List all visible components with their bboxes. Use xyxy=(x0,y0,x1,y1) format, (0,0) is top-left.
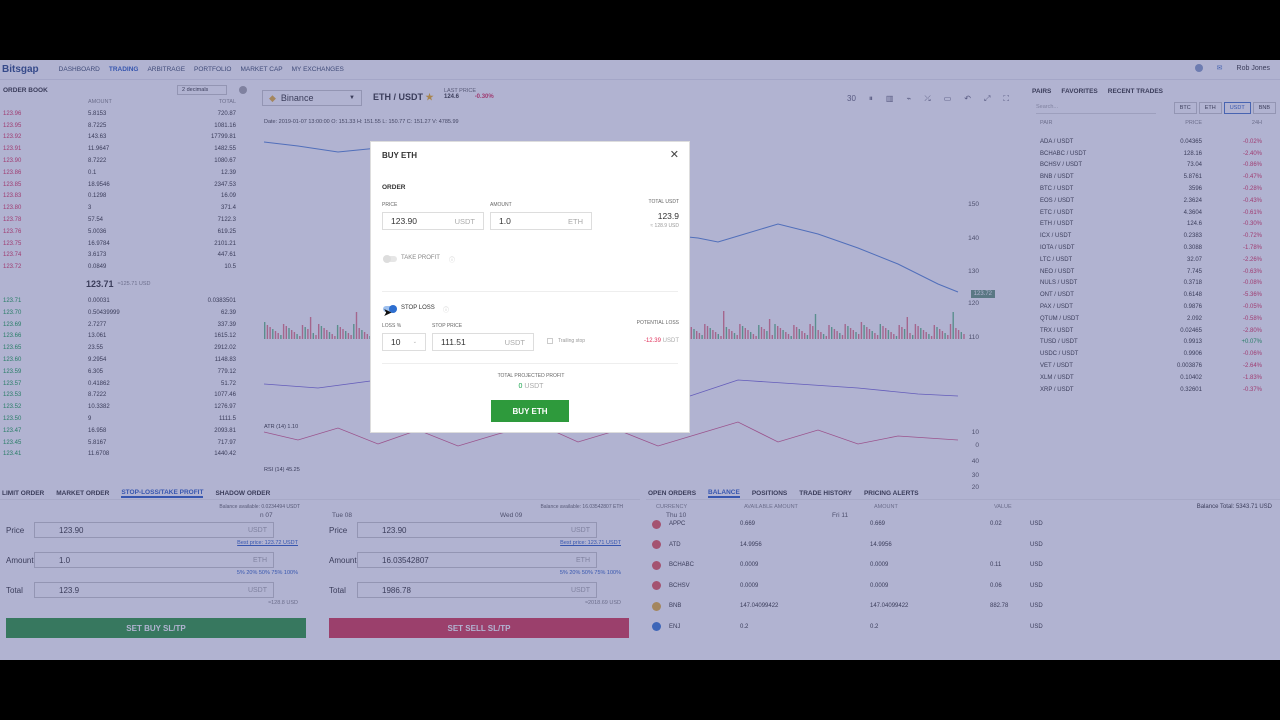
price-input[interactable]: 123.90 USDT xyxy=(382,212,484,230)
trailing-checkbox[interactable] xyxy=(547,338,553,344)
buy-modal: BUY ETH ✕ ORDER PRICE 123.90 USDT AMOUNT … xyxy=(370,141,690,433)
amount-label: AMOUNT xyxy=(490,202,512,208)
potential-loss-label: POTENTIAL LOSS xyxy=(636,320,679,326)
divider xyxy=(382,291,678,292)
potential-loss-unit: USDT xyxy=(662,338,679,344)
mouse-cursor-icon: ➤ xyxy=(383,307,393,319)
stop-price-unit: USDT xyxy=(504,337,525,347)
modal-title: BUY ETH xyxy=(382,151,417,160)
take-profit-toggle[interactable] xyxy=(383,255,397,263)
stop-price-input[interactable]: 111.51 USDT xyxy=(432,333,534,351)
price-label: PRICE xyxy=(382,202,398,208)
projected-profit: 0 USDT xyxy=(371,383,691,390)
order-section-label: ORDER xyxy=(382,184,406,191)
amount-input[interactable]: 1.0 ETH xyxy=(490,212,592,230)
total-value: 123.9 xyxy=(657,211,679,221)
chevron-down-icon: ⌄ xyxy=(412,339,417,345)
take-profit-label: TAKE PROFIT xyxy=(401,255,440,261)
stop-loss-label: STOP LOSS xyxy=(401,305,435,311)
projected-profit-value: 0 xyxy=(518,383,523,390)
close-icon[interactable]: ✕ xyxy=(670,148,679,161)
loss-value: 10 xyxy=(391,337,401,347)
projected-profit-unit: USDT xyxy=(524,383,544,390)
stop-price-label: STOP PRICE xyxy=(432,323,463,329)
trailing-label: Trailing stop xyxy=(558,338,586,344)
loss-input[interactable]: 10 ⌄ xyxy=(382,333,426,351)
potential-loss-value: -12.39 xyxy=(643,338,661,344)
total-label: TOTAL USDT xyxy=(648,199,679,205)
divider xyxy=(382,363,678,364)
info-icon[interactable]: ⓘ xyxy=(449,255,455,264)
price-unit: USDT xyxy=(454,216,475,226)
potential-loss: -12.39 USDT xyxy=(644,338,679,344)
loss-label: LOSS % xyxy=(382,323,402,329)
buy-eth-button[interactable]: BUY ETH xyxy=(491,400,569,422)
info-icon[interactable]: ⓘ xyxy=(443,305,449,314)
price-value: 123.90 xyxy=(391,216,417,226)
stop-price-value: 111.51 xyxy=(441,337,466,347)
total-usd: ≈ 128.9 USD xyxy=(650,223,679,229)
projected-profit-label: TOTAL PROJECTED PROFIT xyxy=(497,373,565,379)
amount-unit: ETH xyxy=(568,216,583,226)
amount-value: 1.0 xyxy=(499,216,511,226)
